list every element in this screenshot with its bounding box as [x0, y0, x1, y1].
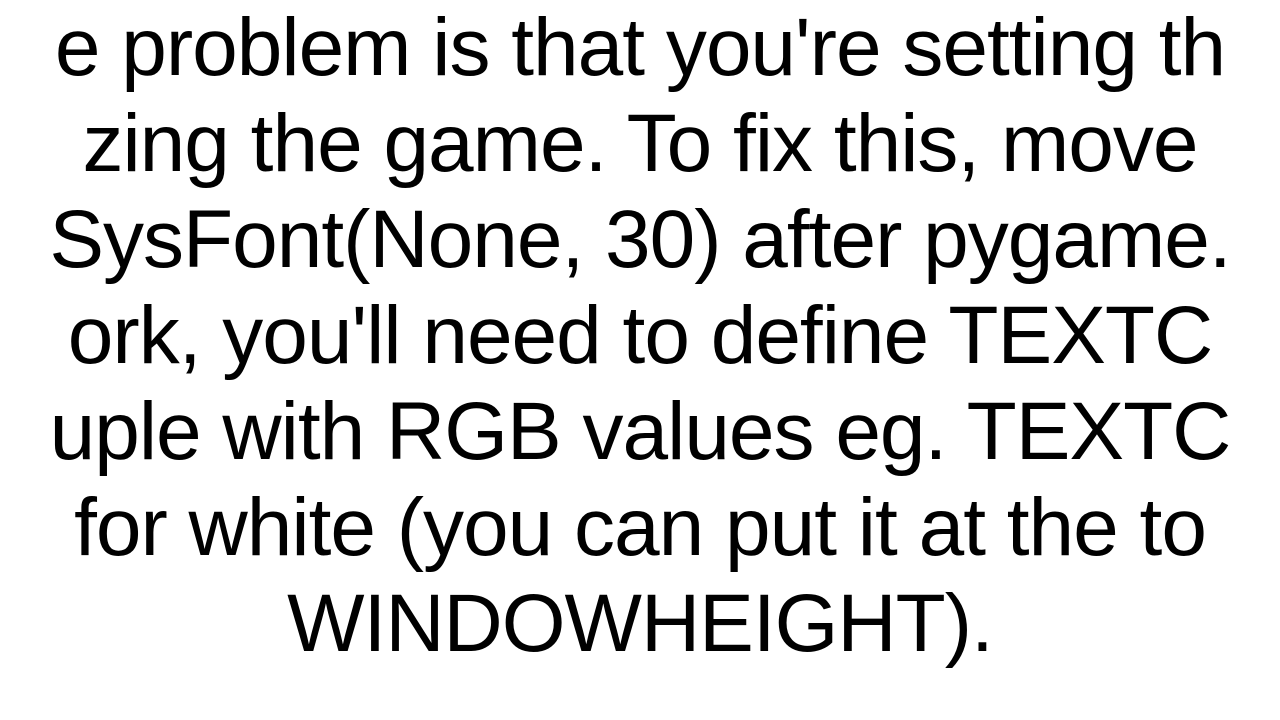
document-text: e problem is that you're setting th zing… [0, 0, 1280, 672]
